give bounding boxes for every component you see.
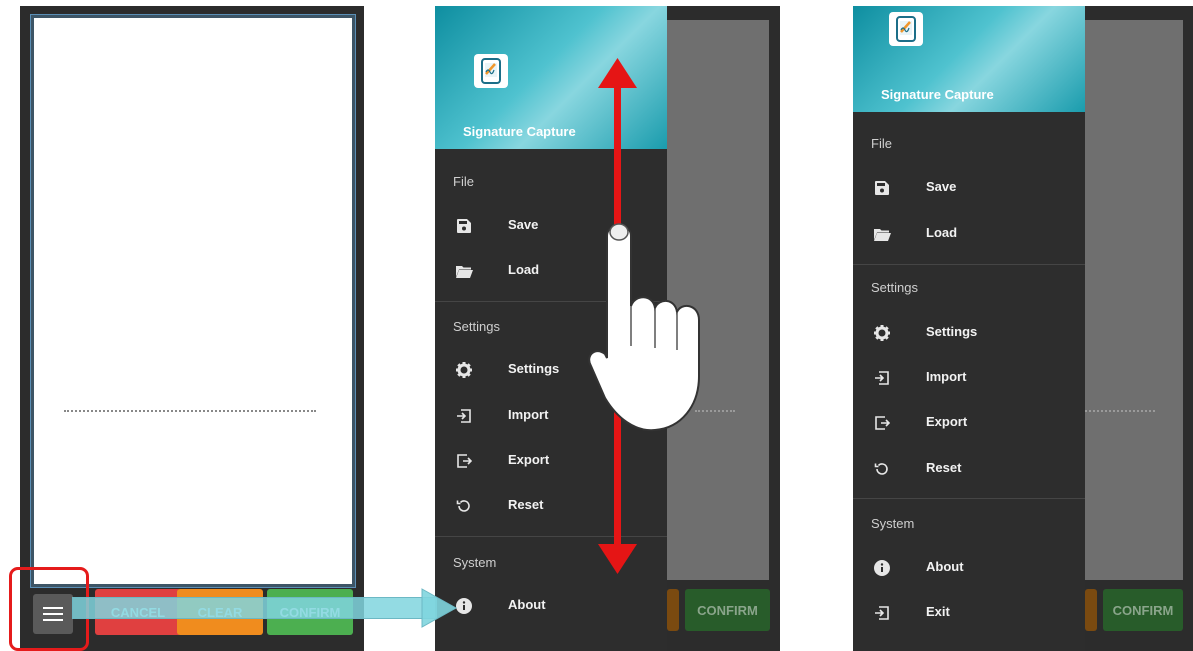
folder-open-icon (455, 262, 473, 280)
drawer-screen-top: CONFIRM Signature Capture File Save Load… (435, 6, 780, 651)
menu-item-label: Import (926, 369, 967, 384)
menu-item-label: Export (926, 414, 968, 429)
exit-icon (873, 604, 891, 622)
section-system: System (871, 516, 915, 531)
dimmed-clear-button (667, 589, 679, 631)
reset-icon (873, 460, 891, 478)
menu-item-label: Save (926, 179, 957, 194)
drawer-header: Signature Capture (853, 6, 1085, 112)
folder-open-icon (873, 225, 891, 243)
dimmed-confirm-button: CONFIRM (1103, 589, 1183, 631)
menu-item-label: Export (508, 452, 550, 467)
section-file: File (871, 136, 892, 151)
signature-canvas-frame (30, 14, 356, 588)
menu-item-about[interactable]: About (435, 584, 667, 628)
save-icon (873, 179, 891, 197)
dimmed-canvas (1085, 20, 1183, 580)
menu-item-settings[interactable]: Settings (853, 311, 1085, 355)
menu-item-label: Load (926, 225, 958, 240)
signature-screen: CANCEL CLEAR CONFIRM (20, 6, 364, 651)
reset-icon (455, 497, 473, 515)
menu-item-label: About (926, 559, 964, 574)
section-system: System (453, 555, 497, 570)
menu-item-save[interactable]: Save (853, 166, 1085, 210)
menu-item-label: Settings (508, 361, 560, 376)
section-file: File (453, 174, 474, 189)
import-icon (455, 407, 473, 425)
section-settings: Settings (871, 280, 918, 295)
gear-icon (455, 361, 473, 379)
menu-item-import[interactable]: Import (853, 356, 1085, 400)
signature-line (64, 410, 316, 412)
divider (853, 498, 1085, 499)
info-icon (873, 559, 891, 577)
menu-item-label: Save (508, 217, 539, 232)
menu-item-label: Reset (926, 460, 962, 475)
flow-arrow (72, 597, 437, 619)
gear-icon (873, 324, 891, 342)
dimmed-signature-line (1085, 410, 1155, 412)
flow-arrow-head-icon (421, 588, 458, 628)
menu-item-label: Load (508, 262, 540, 277)
app-title: Signature Capture (463, 124, 576, 139)
app-title: Signature Capture (881, 87, 994, 102)
hand-swipe-icon (588, 223, 700, 432)
dimmed-clear-button (1085, 589, 1097, 631)
save-icon (455, 217, 473, 235)
app-logo-icon (889, 12, 923, 46)
signature-canvas[interactable] (34, 18, 352, 584)
menu-item-exit[interactable]: Exit (853, 591, 1085, 635)
menu-item-label: Import (508, 407, 549, 422)
menu-item-label: About (508, 597, 546, 612)
divider (853, 264, 1085, 265)
export-icon (455, 452, 473, 470)
navigation-drawer-scrolled: Signature Capture File Save Load Setting… (853, 6, 1085, 651)
dimmed-confirm-button: CONFIRM (685, 589, 770, 631)
menu-item-label: Reset (508, 497, 544, 512)
menu-item-reset[interactable]: Reset (853, 447, 1085, 491)
menu-item-label: Settings (926, 324, 978, 339)
import-icon (873, 369, 891, 387)
menu-item-load[interactable]: Load (853, 212, 1085, 256)
export-icon (873, 414, 891, 432)
menu-item-label: Exit (926, 604, 950, 619)
section-settings: Settings (453, 319, 500, 334)
menu-item-about[interactable]: About (853, 546, 1085, 590)
menu-item-export[interactable]: Export (853, 401, 1085, 445)
app-logo-icon (474, 54, 508, 88)
drawer-screen-scrolled: CONFIRM Signature Capture File Save Load… (853, 6, 1193, 651)
